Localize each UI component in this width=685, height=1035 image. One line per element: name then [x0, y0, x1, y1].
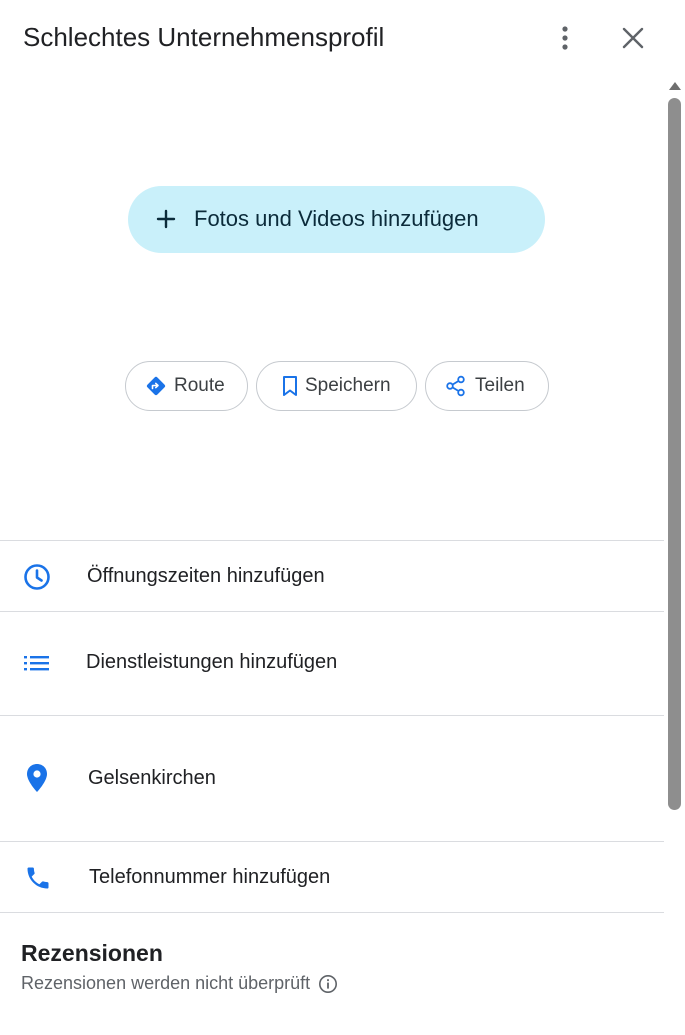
bookmark-icon: [279, 375, 301, 397]
location-label: Gelsenkirchen: [88, 767, 216, 789]
add-opening-hours-row[interactable]: Öffnungszeiten hinzufügen: [0, 541, 664, 611]
directions-icon: [145, 375, 167, 397]
add-phone-label: Telefonnummer hinzufügen: [89, 866, 331, 888]
add-opening-hours-label: Öffnungszeiten hinzufügen: [87, 565, 325, 587]
more-vert-icon: [562, 26, 568, 50]
scroll-up-arrow-icon[interactable]: [669, 82, 681, 90]
share-button[interactable]: Teilen: [425, 361, 549, 411]
reviews-heading: Rezensionen: [21, 940, 163, 966]
add-phone-row[interactable]: Telefonnummer hinzufügen: [0, 842, 664, 912]
clock-icon: [22, 562, 52, 592]
more-options-button[interactable]: [547, 20, 583, 56]
save-label: Speichern: [305, 375, 391, 396]
add-services-row[interactable]: Dienstleistungen hinzufügen: [0, 612, 664, 715]
scrollbar-thumb[interactable]: [668, 98, 681, 810]
share-label: Teilen: [475, 375, 525, 396]
add-photos-videos-button[interactable]: Fotos und Videos hinzufügen: [128, 186, 545, 253]
phone-icon: [23, 863, 53, 893]
reviews-notice: Rezensionen werden nicht überprüft: [21, 973, 338, 994]
panel-header: Schlechtes Unternehmensprofil: [0, 0, 685, 80]
location-pin-icon: [22, 763, 52, 793]
add-photos-videos-label: Fotos und Videos hinzufügen: [194, 206, 479, 231]
close-icon: [622, 27, 644, 49]
share-icon: [445, 375, 467, 397]
plus-icon: [156, 209, 176, 229]
save-button[interactable]: Speichern: [256, 361, 417, 411]
location-row[interactable]: Gelsenkirchen: [0, 716, 664, 841]
info-icon[interactable]: [318, 974, 338, 994]
divider: [0, 912, 664, 913]
list-icon: [22, 648, 52, 678]
close-button[interactable]: [615, 20, 651, 56]
page-title: Schlechtes Unternehmensprofil: [23, 22, 385, 52]
route-button[interactable]: Route: [125, 361, 248, 411]
scrollbar[interactable]: [664, 76, 685, 1035]
route-label: Route: [174, 375, 225, 396]
add-services-label: Dienstleistungen hinzufügen: [86, 651, 338, 673]
reviews-notice-text: Rezensionen werden nicht überprüft: [21, 973, 311, 993]
